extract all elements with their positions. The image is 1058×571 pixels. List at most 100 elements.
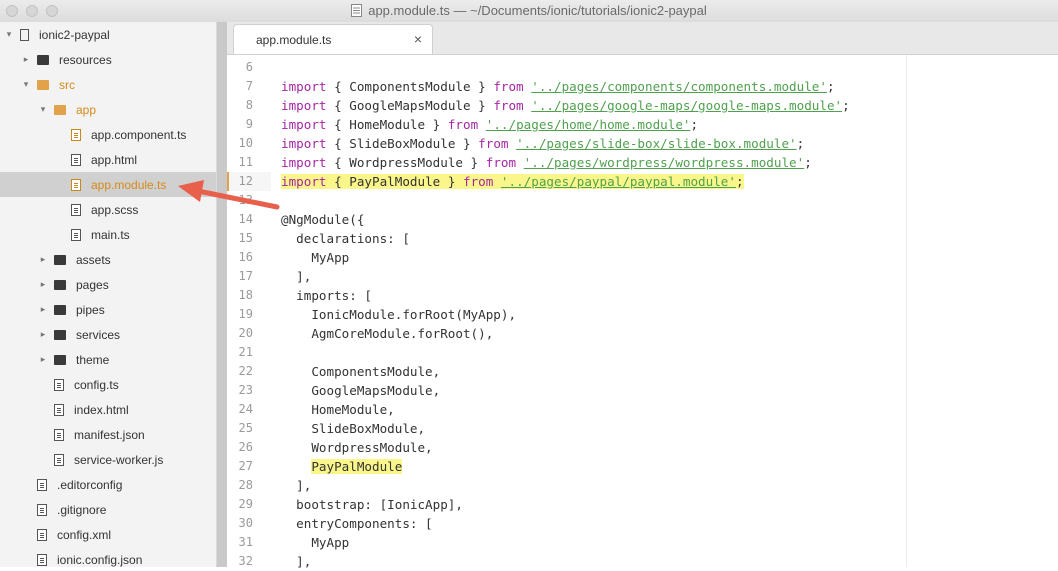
title-bar: app.module.ts — ~/Documents/ionic/tutori…: [0, 0, 1058, 23]
sidebar-item-label: service-worker.js: [74, 452, 164, 467]
chevron-right-icon[interactable]: ▸: [38, 254, 48, 265]
line-number: 21: [238, 345, 253, 359]
window-title: app.module.ts — ~/Documents/ionic/tutori…: [0, 3, 1058, 20]
sidebar-item-services[interactable]: ▸ services: [0, 322, 216, 347]
sidebar-item-assets[interactable]: ▸ assets: [0, 247, 216, 272]
sidebar-item-manifest-json[interactable]: manifest.json: [0, 422, 216, 447]
file-icon: [37, 528, 47, 541]
line-number: 10: [238, 136, 253, 150]
code-line: IonicModule.forRoot(MyApp),: [281, 307, 517, 322]
code-line: import { WordpressModule } from '../page…: [281, 153, 812, 172]
sidebar-item-resources[interactable]: ▸ resources: [0, 47, 216, 72]
keyword-token: from: [485, 155, 517, 170]
sidebar-item-pipes[interactable]: ▸ pipes: [0, 297, 216, 322]
code-token: { PayPalModule }: [326, 174, 463, 189]
sidebar-item-service-worker-js[interactable]: service-worker.js: [0, 447, 216, 472]
tab-app-module[interactable]: app.module.ts ×: [233, 24, 433, 54]
line-number: 6: [245, 60, 253, 74]
line-number: 24: [238, 402, 253, 416]
folder-open-icon: [54, 105, 66, 115]
sidebar-item-label: app.scss: [91, 202, 139, 217]
chevron-down-icon[interactable]: ▾: [4, 29, 14, 40]
sidebar-item-label: assets: [76, 252, 111, 267]
file-icon: [37, 478, 47, 491]
folder-icon: [54, 305, 66, 315]
sidebar-item-app-component-ts[interactable]: app.component.ts: [0, 122, 216, 147]
file-icon: [71, 128, 81, 141]
line-number: 26: [238, 440, 253, 454]
sidebar-item-ionic2-paypal[interactable]: ▾ ionic2-paypal: [0, 22, 216, 47]
line-number: 31: [238, 535, 253, 549]
line-number: 9: [245, 117, 253, 131]
sidebar-item-src[interactable]: ▾ src: [0, 72, 216, 97]
import-statement: import { ComponentsModule } from '../pag…: [281, 79, 835, 94]
sidebar-item-label: app.html: [91, 152, 138, 167]
file-icon: [71, 153, 81, 166]
sidebar-item-label: src: [59, 77, 75, 92]
sidebar-item-label: .gitignore: [57, 502, 107, 517]
line-number: 11: [238, 155, 253, 169]
line-number: 22: [238, 364, 253, 378]
chevron-right-icon[interactable]: ▸: [38, 354, 48, 365]
keyword-token: from: [462, 174, 494, 189]
file-icon: [54, 378, 64, 391]
file-icon: [54, 428, 64, 441]
sidebar-item-editorconfig[interactable]: .editorconfig: [0, 472, 216, 497]
file-icon: [37, 503, 47, 516]
code-line: bootstrap: [IonicApp],: [281, 497, 463, 512]
code-line: GoogleMapsModule,: [281, 383, 441, 398]
line-number-gutter: 6 7 8 9 10 11 12 13 14 15 16 17 18 19 20 21 22 23 24 25 26 27…: [227, 55, 271, 568]
keyword-token: from: [447, 117, 479, 132]
code-editor[interactable]: 6 7 8 9 10 11 12 13 14 15 16 17 18 19 20 21 22 23 24 25 26 27…: [227, 55, 1058, 569]
file-icon: [54, 453, 64, 466]
keyword-token: import: [281, 155, 327, 170]
sidebar-item-label: pages: [76, 277, 109, 292]
sidebar-item-app-module-ts[interactable]: app.module.ts: [0, 172, 216, 197]
code-line: HomeModule,: [281, 402, 395, 417]
sidebar-item-label: resources: [59, 52, 112, 67]
line-number: 16: [238, 250, 253, 264]
folder-icon: [54, 280, 66, 290]
code-line: import { ComponentsModule } from '../pag…: [281, 77, 835, 96]
sidebar-item-app-html[interactable]: app.html: [0, 147, 216, 172]
line-number: 25: [238, 421, 253, 435]
line-number: 23: [238, 383, 253, 397]
line-number: 13: [238, 193, 253, 207]
sidebar-item-label: ionic2-paypal: [39, 27, 110, 42]
sidebar-item-index-html[interactable]: index.html: [0, 397, 216, 422]
sidebar-item-label: config.xml: [57, 527, 112, 542]
sidebar-item-config-ts[interactable]: config.ts: [0, 372, 216, 397]
tab-label: app.module.ts: [256, 33, 332, 47]
sidebar-item-config-xml[interactable]: config.xml: [0, 522, 216, 547]
keyword-token: import: [281, 98, 327, 113]
sidebar-item-app-scss[interactable]: app.scss: [0, 197, 216, 222]
sidebar-item-gitignore[interactable]: .gitignore: [0, 497, 216, 522]
string-token: '../pages/paypal/paypal.module': [500, 174, 736, 189]
chevron-down-icon[interactable]: ▾: [38, 104, 48, 115]
chevron-right-icon[interactable]: ▸: [38, 304, 48, 315]
sidebar-item-ionic-config-json[interactable]: ionic.config.json: [0, 547, 216, 567]
chevron-right-icon[interactable]: ▸: [38, 279, 48, 290]
line-number: 30: [238, 516, 253, 530]
sidebar-item-pages[interactable]: ▸ pages: [0, 272, 216, 297]
chevron-right-icon[interactable]: ▸: [21, 54, 31, 65]
folder-icon: [54, 330, 66, 340]
line-number: 14: [238, 212, 253, 226]
string-token: '../pages/slide-box/slide-box.module': [516, 136, 797, 151]
sidebar-item-main-ts[interactable]: main.ts: [0, 222, 216, 247]
sidebar-item-app[interactable]: ▾ app: [0, 97, 216, 122]
line-number: 17: [238, 269, 253, 283]
code-token: ;: [826, 79, 835, 94]
code-line: @NgModule({: [281, 212, 365, 227]
code-token: { GoogleMapsModule }: [326, 98, 494, 113]
close-icon[interactable]: ×: [414, 31, 422, 47]
project-tree: ▾ ionic2-paypal ▸ resources ▾ src ▾ app app.comp…: [0, 22, 217, 567]
code-line: ],: [281, 269, 312, 284]
sidebar-item-theme[interactable]: ▸ theme: [0, 347, 216, 372]
sidebar-item-label: pipes: [76, 302, 105, 317]
string-token: '../pages/home/home.module': [485, 117, 691, 132]
chevron-right-icon[interactable]: ▸: [38, 329, 48, 340]
chevron-down-icon[interactable]: ▾: [21, 79, 31, 90]
